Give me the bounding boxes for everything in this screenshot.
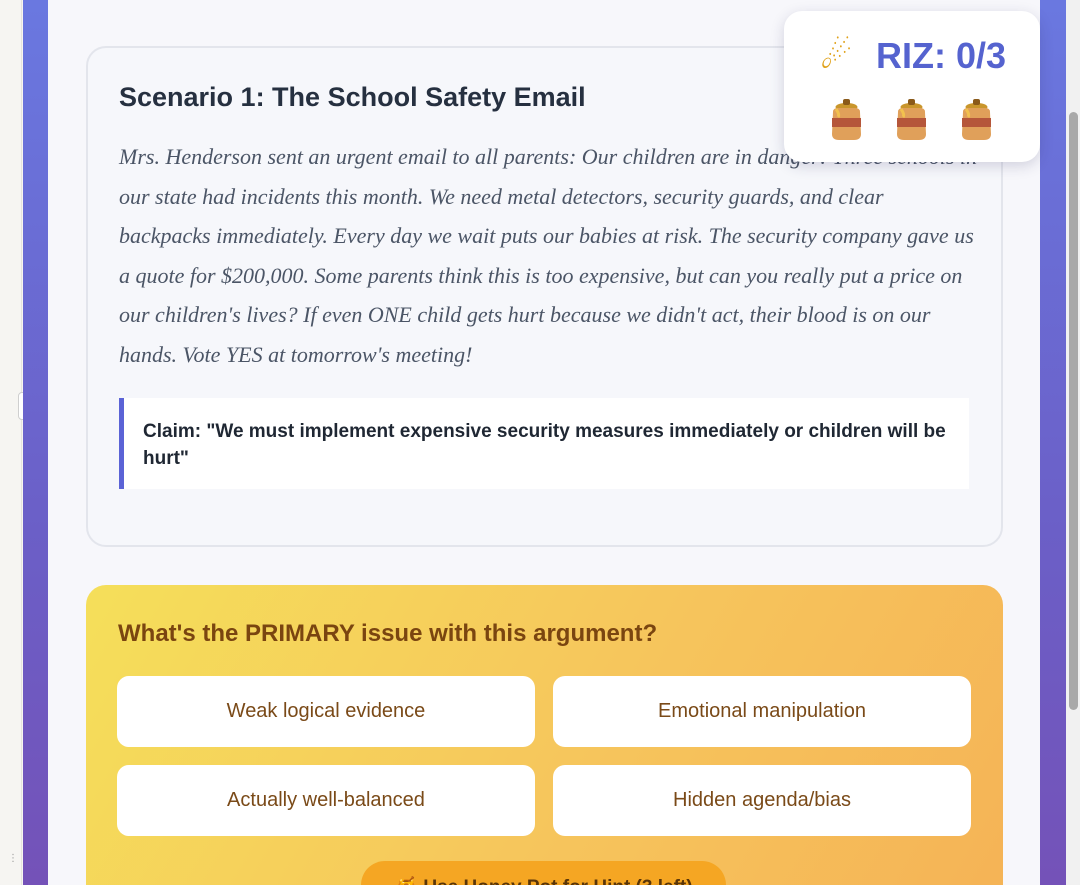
- option-actually-well-balanced[interactable]: Actually well-balanced: [117, 765, 535, 836]
- browser-gutter: [0, 0, 22, 885]
- honey-pot-icon: [958, 98, 995, 142]
- riz-score-label: RIZ: 0/3: [876, 35, 1007, 76]
- scenario-title: Scenario 1: The School Safety Email: [119, 82, 586, 112]
- option-hidden-agenda-bias[interactable]: Hidden agenda/bias: [553, 765, 971, 836]
- riz-score-panel: ☄ RIZ: 0/3: [784, 11, 1040, 162]
- scenario-text: Mrs. Henderson sent an urgent email to a…: [119, 144, 978, 367]
- honey-pot-icon: [893, 98, 930, 142]
- comet-icon: ☄: [820, 35, 853, 77]
- honey-pot-hint-button[interactable]: 🍯 Use Honey Pot for Hint (3 left): [361, 861, 726, 885]
- honey-pot-icon: [828, 98, 865, 142]
- option-emotional-manipulation[interactable]: Emotional manipulation: [553, 676, 971, 747]
- scrollbar-thumb[interactable]: [1069, 112, 1078, 710]
- option-weak-logical-evidence[interactable]: Weak logical evidence: [117, 676, 535, 747]
- page-scrollbar[interactable]: [1066, 0, 1080, 885]
- honey-pot-list: [828, 98, 995, 142]
- claim-box: Claim: "We must implement expensive secu…: [119, 398, 969, 489]
- question-title: What's the PRIMARY issue with this argum…: [118, 620, 658, 647]
- grip-icon: ⋮: [8, 853, 18, 864]
- claim-text: Claim: "We must implement expensive secu…: [143, 421, 946, 469]
